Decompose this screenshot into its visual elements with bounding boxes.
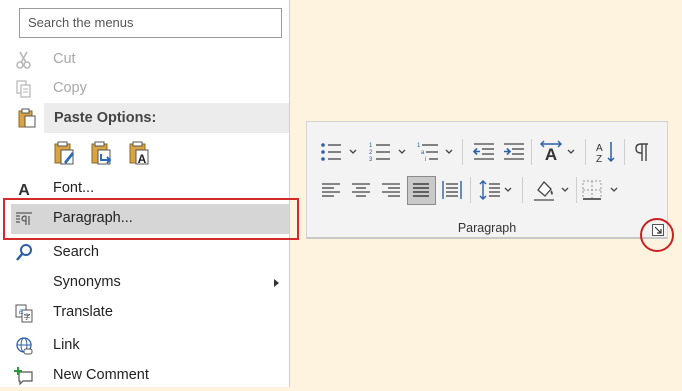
svg-text:字: 字 [24, 312, 31, 321]
chevron-down-icon[interactable] [349, 148, 357, 156]
svg-text:a: a [421, 150, 425, 156]
ribbon-separator [462, 139, 463, 165]
menu-search-box[interactable]: Search the menus [19, 8, 282, 38]
numbering-icon[interactable]: 1 2 3 [368, 140, 392, 164]
copy-icon [14, 79, 34, 99]
menu-item-label: Search [53, 244, 99, 260]
group-label: Paragraph [457, 221, 517, 235]
menu-item-search[interactable]: Search [0, 238, 289, 268]
align-left-icon[interactable] [319, 178, 343, 202]
sort-icon[interactable]: A Z [594, 140, 618, 164]
increase-indent-icon[interactable] [502, 140, 526, 164]
distributed-icon[interactable] [440, 178, 464, 202]
svg-text:i: i [425, 157, 426, 163]
scissors-icon [14, 50, 34, 70]
menu-item-label: Synonyms [53, 274, 121, 290]
justify-icon[interactable] [409, 178, 433, 202]
chevron-down-icon[interactable] [567, 148, 575, 156]
menu-item-label: Font... [53, 180, 95, 196]
ribbon-separator [470, 177, 471, 203]
submenu-arrow-icon [274, 279, 279, 287]
svg-text:2: 2 [369, 150, 373, 156]
svg-text:1: 1 [417, 143, 421, 149]
align-right-icon[interactable] [379, 178, 403, 202]
menu-item-cut[interactable]: Cut [0, 45, 289, 75]
shading-icon[interactable] [532, 178, 556, 202]
chevron-down-icon[interactable] [610, 186, 618, 194]
svg-text:A: A [138, 152, 147, 166]
ribbon-separator [522, 177, 523, 203]
ribbon-separator [576, 177, 577, 203]
menu-item-copy[interactable]: Copy [0, 74, 289, 104]
multilevel-list-icon[interactable]: 1 a i [416, 140, 440, 164]
paste-options-label: Paste Options: [54, 110, 157, 126]
menu-item-label: Copy [53, 80, 87, 96]
decrease-indent-icon[interactable] [472, 140, 496, 164]
chevron-down-icon[interactable] [398, 148, 406, 156]
menu-item-label: Translate [53, 304, 113, 320]
svg-text:3: 3 [369, 157, 373, 163]
chevron-down-icon[interactable] [504, 186, 512, 194]
link-globe-icon [14, 336, 34, 356]
paragraph-highlight-box [3, 198, 299, 240]
chevron-down-icon[interactable] [445, 148, 453, 156]
svg-text:1: 1 [369, 143, 373, 149]
menu-item-translate[interactable]: a 字 Translate [0, 298, 289, 328]
keep-text-only-icon[interactable]: A [127, 140, 153, 168]
new-comment-icon [14, 366, 34, 386]
menu-search-placeholder: Search the menus [28, 15, 134, 30]
context-menu: Search the menus Cut Copy Paste Options:… [0, 0, 290, 387]
svg-text:A: A [596, 143, 603, 154]
line-spacing-icon[interactable] [478, 178, 502, 202]
svg-text:A: A [545, 145, 557, 164]
text-direction-icon[interactable]: A [539, 140, 563, 164]
translate-icon: a 字 [14, 303, 34, 323]
menu-item-label: New Comment [53, 367, 149, 383]
merge-formatting-icon[interactable] [89, 140, 115, 168]
keep-source-formatting-icon[interactable] [52, 140, 78, 168]
font-icon: A [14, 179, 34, 199]
dialog-launcher-highlight-circle [640, 218, 674, 252]
ribbon-separator [531, 139, 532, 165]
borders-icon[interactable] [580, 178, 604, 202]
chevron-down-icon[interactable] [561, 186, 569, 194]
paste-options-header: Paste Options: [44, 103, 289, 133]
search-icon [14, 243, 34, 263]
ribbon-separator [585, 139, 586, 165]
bullets-icon[interactable] [319, 140, 343, 164]
clipboard-icon [17, 108, 37, 128]
align-center-icon[interactable] [349, 178, 373, 202]
menu-item-label: Cut [53, 51, 76, 67]
menu-item-synonyms[interactable]: Synonyms [0, 268, 289, 298]
ribbon-separator [624, 139, 625, 165]
show-hide-marks-icon[interactable] [631, 140, 655, 164]
menu-item-label: Link [53, 337, 80, 353]
svg-text:A: A [18, 182, 30, 199]
menu-item-link[interactable]: Link [0, 331, 289, 361]
svg-text:Z: Z [596, 154, 602, 164]
